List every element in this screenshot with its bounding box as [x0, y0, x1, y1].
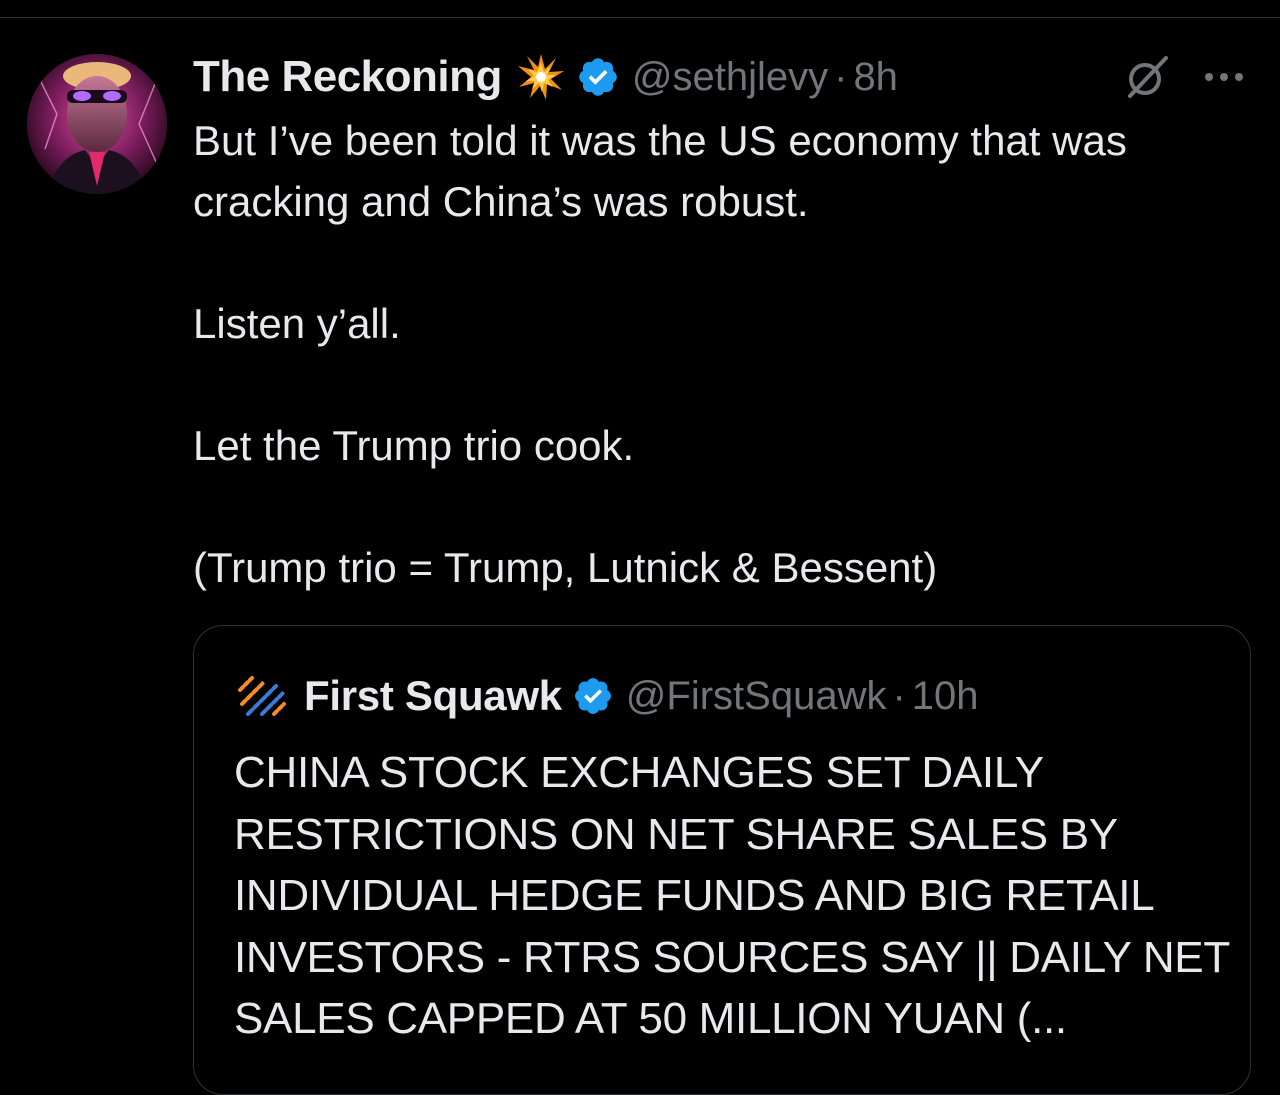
quoted-tweet-text: CHINA STOCK EXCHANGES SET DAILY RESTRICT… [234, 748, 1230, 1043]
quoted-user-handle[interactable]: @FirstSquawk [626, 674, 887, 719]
tweet-header: The Reckoning @sethjlevy · 8h [193, 50, 898, 104]
tweet-paragraph: But I’ve been told it was the US economy… [193, 117, 1127, 225]
quoted-tweet-card[interactable]: First Squawk @FirstSquawk · 10h CHINA ST… [193, 625, 1251, 1095]
user-handle[interactable]: @sethjlevy [632, 55, 828, 100]
quoted-tweet-header: First Squawk @FirstSquawk · 10h [234, 668, 979, 724]
display-name[interactable]: The Reckoning [193, 52, 502, 102]
separator-dot: · [834, 54, 848, 99]
quoted-display-name[interactable]: First Squawk [304, 672, 562, 720]
avatar-image [27, 54, 167, 194]
top-divider [0, 17, 1280, 18]
quoted-verified-badge-icon[interactable] [572, 675, 614, 717]
first-squawk-logo-icon[interactable] [234, 668, 290, 724]
more-icon[interactable] [1200, 62, 1248, 92]
tweet-paragraph: Listen y’all. [193, 300, 401, 347]
quoted-post-time[interactable]: 10h [912, 674, 979, 719]
quoted-separator-dot: · [892, 673, 906, 718]
verified-badge-icon[interactable] [576, 55, 620, 99]
tweet-paragraph: Let the Trump trio cook. [193, 422, 635, 469]
post-time[interactable]: 8h [853, 55, 898, 100]
tweet-text: But I’ve been told it was the US economy… [193, 110, 1253, 659]
collision-emoji-icon [516, 52, 566, 102]
grok-icon[interactable] [1124, 54, 1170, 100]
tweet-paragraph: (Trump trio = Trump, Lutnick & Bessent) [193, 544, 938, 591]
avatar[interactable] [27, 54, 167, 194]
